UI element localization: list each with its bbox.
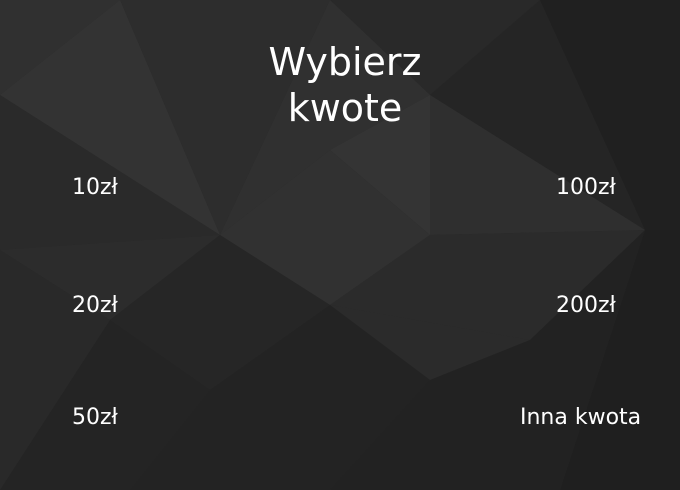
page-title: Wybierz kwote bbox=[0, 39, 680, 131]
amount-200-button[interactable]: 200zł bbox=[556, 292, 616, 320]
title-line-1: Wybierz bbox=[268, 40, 422, 85]
amount-10-button[interactable]: 10zł bbox=[72, 174, 118, 202]
other-amount-button[interactable]: Inna kwota bbox=[520, 404, 641, 432]
amount-selection-screen: Wybierz kwote 10zł 20zł 50zł 100zł 200zł… bbox=[0, 0, 680, 490]
amount-100-button[interactable]: 100zł bbox=[556, 174, 616, 202]
title-line-2: kwote bbox=[287, 86, 403, 131]
amount-50-button[interactable]: 50zł bbox=[72, 404, 118, 432]
amount-20-button[interactable]: 20zł bbox=[72, 292, 118, 320]
